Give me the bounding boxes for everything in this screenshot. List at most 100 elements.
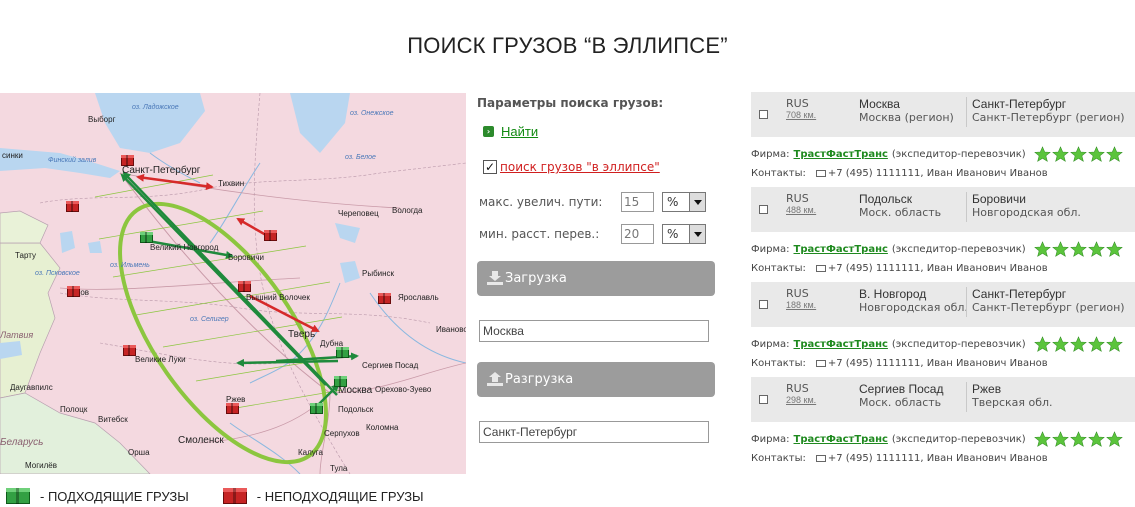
star-icon	[1105, 146, 1123, 162]
cargo-from-city: Подольск	[859, 192, 912, 206]
cargo-firm-row: Фирма: ТрастФастТранс (экспедитор-перево…	[751, 336, 1124, 353]
map-label-podolsk: Подольск	[338, 405, 374, 414]
firm-type: (экспедитор-перевозчик)	[891, 149, 1026, 160]
suitable-cargo-marker[interactable]	[336, 347, 349, 358]
map-label-vologda: Вологда	[392, 206, 423, 215]
map-legend: - ПОДХОДЯЩИЕ ГРУЗЫ - НЕПОДХОДЯЩИЕ ГРУЗЫ	[6, 488, 424, 504]
unsuitable-cargo-marker[interactable]	[66, 201, 79, 212]
min-dist-row: мин. расст. перев.: 20 %	[479, 224, 706, 244]
unload-section-bar[interactable]: Разгрузка	[477, 362, 715, 397]
unload-section-label: Разгрузка	[505, 372, 574, 387]
cargo-distance-link[interactable]: 188 км.	[786, 300, 816, 310]
red-box-icon	[222, 488, 247, 504]
cargo-to-region: Тверская обл.	[972, 396, 1053, 409]
firm-name-link[interactable]: ТрастФастТранс	[794, 149, 888, 160]
map-label-novgorod: Великий Новгород	[150, 243, 219, 252]
ellipse-checkbox[interactable]: ✓	[483, 160, 497, 174]
cargo-firm-row: Фирма: ТрастФастТранс (экспедитор-перево…	[751, 146, 1124, 163]
firm-name-link[interactable]: ТрастФастТранс	[794, 244, 888, 255]
unsuitable-cargo-marker[interactable]	[123, 345, 136, 356]
cargo-distance-link[interactable]: 708 км.	[786, 110, 816, 120]
legend-suitable-label: - ПОДХОДЯЩИЕ ГРУЗЫ	[40, 488, 189, 504]
map-label-moghilev: Могилёв	[25, 461, 57, 470]
star-icon	[1105, 336, 1123, 352]
contact-value: +7 (495) 1111111, Иван Иванович Иванов	[827, 263, 1048, 274]
suitable-cargo-marker[interactable]	[334, 376, 347, 387]
firm-name-link[interactable]: ТрастФастТранс	[794, 339, 888, 350]
map-label-onega: оз. Онежское	[350, 110, 394, 117]
firm-label: Фирма:	[751, 434, 790, 445]
map-label-polotsk: Полоцк	[60, 405, 88, 414]
cargo-from-city: В. Новгород	[859, 287, 927, 301]
cargo-from-region: Моск. область	[859, 206, 942, 219]
map-label-finsky: Финский залив	[48, 157, 97, 164]
star-icon	[1033, 241, 1051, 257]
load-city-input[interactable]: Москва	[479, 320, 709, 342]
cargo-firm-row: Фирма: ТрастФастТранс (экспедитор-перево…	[751, 431, 1124, 448]
cargo-distance-link[interactable]: 488 км.	[786, 205, 816, 215]
page-title: ПОИСК ГРУЗОВ “В ЭЛЛИПСЕ”	[407, 33, 728, 58]
cargo-to-region: Санкт-Петербург (регион)	[972, 301, 1125, 314]
unsuitable-cargo-marker[interactable]	[378, 293, 391, 304]
load-section-label: Загрузка	[505, 271, 567, 286]
map-label-daugavpils: Даугавпилс	[10, 383, 53, 392]
cargo-country: RUS	[786, 97, 809, 110]
unsuitable-cargo-marker[interactable]	[121, 155, 134, 166]
max-path-unit-select[interactable]: %	[662, 192, 706, 212]
star-icon	[1069, 336, 1087, 352]
column-divider	[966, 382, 967, 412]
cargo-contact-row: Контакты: +7 (495) 1111111, Иван Иванови…	[751, 168, 1048, 179]
mail-icon	[815, 265, 826, 272]
firm-type: (экспедитор-перевозчик)	[891, 434, 1026, 445]
find-link[interactable]: Найти	[501, 124, 538, 139]
unsuitable-cargo-marker[interactable]	[264, 230, 277, 241]
map-label-latvia: Латвия	[0, 330, 34, 340]
cargo-map[interactable]: синки Финский залив Выборг оз. Ладожское…	[0, 93, 466, 474]
min-dist-input[interactable]: 20	[621, 224, 654, 244]
firm-name-link[interactable]: ТрастФастТранс	[794, 434, 888, 445]
cargo-distance-link[interactable]: 298 км.	[786, 395, 816, 405]
firm-type: (экспедитор-перевозчик)	[891, 244, 1026, 255]
map-label-orsha: Орша	[128, 448, 150, 457]
contact-label: Контакты:	[751, 358, 806, 369]
map-label-borovichi: Боровичи	[228, 253, 264, 262]
cargo-from-region: Моск. область	[859, 396, 942, 409]
unsuitable-cargo-marker[interactable]	[238, 281, 251, 292]
max-path-input[interactable]: 15	[621, 192, 654, 212]
green-box-icon	[6, 488, 30, 504]
cargo-result-item: RUS 488 км. Подольск Моск. область Боров…	[751, 187, 1135, 282]
cargo-result-header: RUS 488 км. Подольск Моск. область Боров…	[751, 187, 1135, 232]
mail-icon	[815, 455, 826, 462]
min-dist-unit-select[interactable]: %	[662, 224, 706, 244]
cargo-to-region: Новгородская обл.	[972, 206, 1081, 219]
cargo-to-city: Санкт-Петербург	[972, 97, 1067, 111]
firm-label: Фирма:	[751, 339, 790, 350]
map-label-pskovskoe: оз. Псковское	[35, 270, 80, 277]
contact-value: +7 (495) 1111111, Иван Иванович Иванов	[827, 453, 1048, 464]
star-icon	[1051, 336, 1069, 352]
map-label-sergiev: Сергиев Посад	[362, 361, 419, 370]
params-heading: Параметры поиска грузов:	[477, 96, 664, 110]
ellipse-option-label[interactable]: поиск грузов "в эллипсе"	[500, 160, 660, 174]
star-icon	[1087, 146, 1105, 162]
suitable-cargo-marker[interactable]	[140, 232, 153, 243]
cargo-select-checkbox[interactable]	[759, 205, 768, 214]
cargo-select-checkbox[interactable]	[759, 110, 768, 119]
search-params-panel: Параметры поиска грузов: › Найти ✓ поиск…	[477, 96, 717, 443]
column-divider	[966, 287, 967, 317]
unsuitable-cargo-marker[interactable]	[67, 286, 80, 297]
map-label-ilmen: оз. Ильмень	[110, 262, 150, 269]
contact-label: Контакты:	[751, 453, 806, 464]
map-label-tikhvin: Тихвин	[218, 179, 245, 188]
map-canvas	[0, 93, 466, 474]
load-section-bar[interactable]: Загрузка	[477, 261, 715, 296]
unsuitable-cargo-marker[interactable]	[226, 403, 239, 414]
column-divider	[966, 192, 967, 222]
map-label-tver: Тверь	[288, 329, 316, 340]
suitable-cargo-marker[interactable]	[310, 403, 323, 414]
cargo-result-header: RUS 188 км. В. Новгород Новгородская обл…	[751, 282, 1135, 327]
cargo-select-checkbox[interactable]	[759, 300, 768, 309]
contact-label: Контакты:	[751, 168, 806, 179]
cargo-select-checkbox[interactable]	[759, 395, 768, 404]
unload-city-input[interactable]: Санкт-Петербург	[479, 421, 709, 443]
